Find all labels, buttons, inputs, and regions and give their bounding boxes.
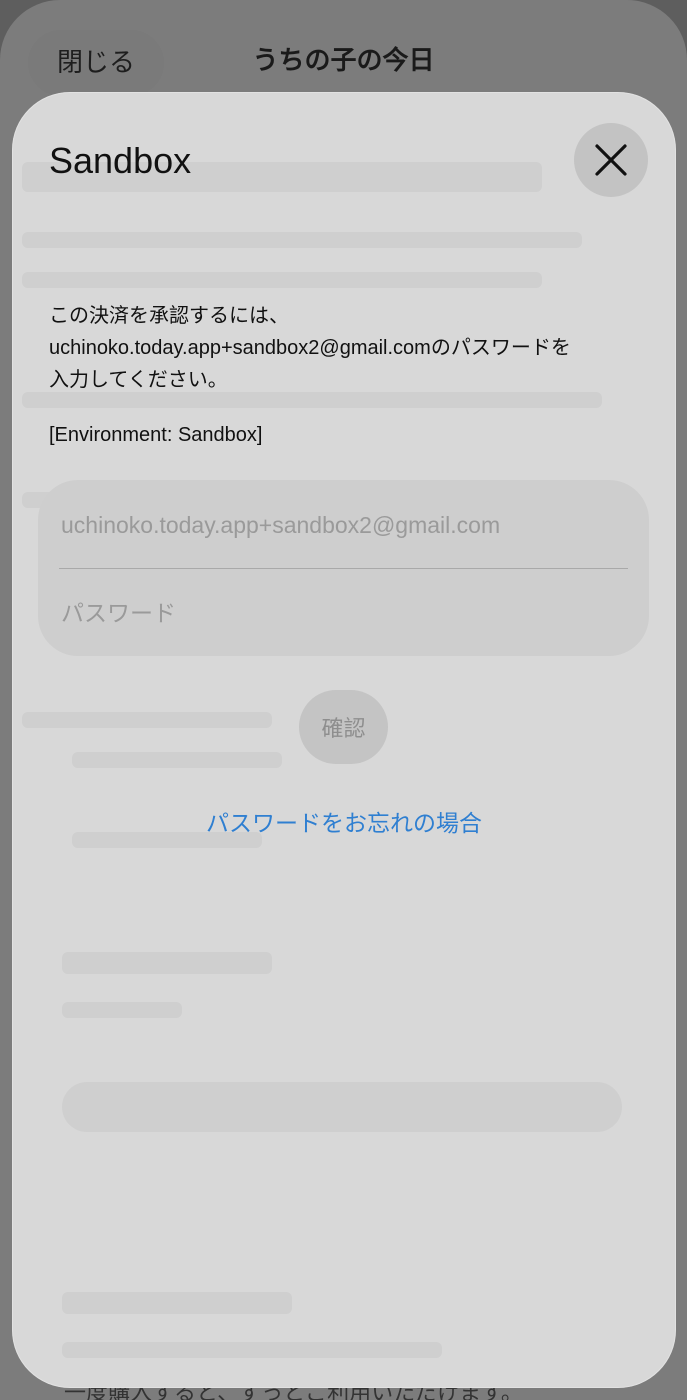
close-button[interactable] <box>574 123 648 197</box>
email-field[interactable] <box>59 480 628 570</box>
dialog-message: この決済を承認するには、 uchinoko.today.app+sandbox2… <box>49 300 654 396</box>
background-title: うちの子の今日 <box>252 46 435 76</box>
message-line-1: この決済を承認するには、 <box>49 305 289 327</box>
confirm-button[interactable]: 確認 <box>299 690 388 764</box>
close-icon <box>595 144 627 176</box>
screen: 閉じる うちの子の今日 一度購入すると、ずっとご利用いただけます。 Sandbo… <box>0 0 687 1400</box>
sandbox-password-dialog: Sandbox この決済を承認するには、 uchinoko.today.app+… <box>12 92 676 1388</box>
password-field[interactable] <box>59 568 628 658</box>
environment-label: [Environment: Sandbox] <box>49 424 263 446</box>
forgot-password-link[interactable]: パスワードをお忘れの場合 <box>12 804 676 838</box>
dialog-title: Sandbox <box>49 140 192 181</box>
credential-fields <box>38 480 649 658</box>
message-line-3: 入力してください。 <box>49 369 228 391</box>
message-line-2: uchinoko.today.app+sandbox2@gmail.comのパス… <box>49 337 571 359</box>
